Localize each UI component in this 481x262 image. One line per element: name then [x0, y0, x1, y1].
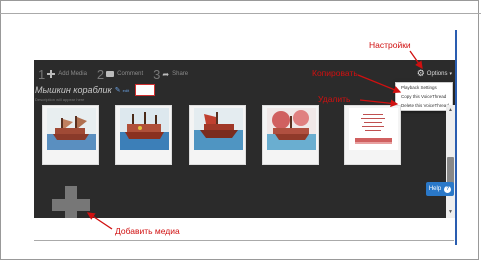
help-label: Help	[428, 186, 442, 192]
share-arrow-icon: ➦	[162, 69, 170, 79]
slide-image	[267, 108, 316, 150]
annotation-delete: Удалить	[318, 94, 351, 104]
gear-icon: ⚙	[416, 68, 425, 78]
slide-image	[349, 108, 398, 150]
add-media-plus-icon[interactable]	[52, 186, 90, 218]
step-number: 3	[153, 66, 161, 82]
menu-item-playback-settings[interactable]: Playback Settings	[396, 83, 452, 92]
step-bar: 1 Add Media 2 Comment 3 ➦ Share	[34, 66, 194, 82]
options-button[interactable]: ⚙ Options ▾	[417, 68, 452, 79]
title-row: Мышкин кораблик ✎ edit	[35, 84, 156, 96]
menu-item-copy[interactable]: Copy this VoiceThread	[396, 92, 452, 101]
annotation-copy: Копировать	[312, 68, 358, 78]
description-text: Description will appear here	[35, 97, 85, 102]
scroll-up-icon[interactable]: ▲	[447, 107, 454, 114]
divider-bottom	[34, 240, 454, 241]
annotation-add-media: Добавить медиа	[115, 226, 180, 236]
annotation-settings: Настройки	[369, 40, 411, 50]
media-slide[interactable]	[115, 105, 172, 165]
slide-image	[120, 108, 169, 150]
plus-icon	[47, 70, 56, 78]
step-number: 1	[38, 66, 46, 82]
options-label: Options	[426, 70, 448, 77]
comment-step[interactable]: Comment	[117, 71, 143, 77]
media-grid	[34, 105, 444, 167]
scroll-down-icon[interactable]: ▼	[447, 209, 454, 216]
slide-image	[194, 108, 243, 150]
media-slide[interactable]	[262, 105, 319, 165]
media-slide[interactable]	[189, 105, 246, 165]
help-button[interactable]: Help ?	[426, 182, 454, 196]
voicethread-editor: 1 Add Media 2 Comment 3 ➦ Share Мышкин к…	[34, 60, 455, 218]
slide-image	[47, 108, 96, 150]
share-step[interactable]: Share	[172, 71, 188, 77]
media-slide[interactable]	[42, 105, 99, 165]
vertical-scrollbar[interactable]: ▲ ▼	[446, 105, 455, 218]
media-slide[interactable]	[344, 105, 401, 165]
pencil-icon[interactable]: ✎	[115, 86, 121, 94]
comment-bubble-icon	[106, 71, 115, 77]
cover-thumbnail[interactable]	[135, 84, 156, 96]
step-number: 2	[96, 66, 105, 82]
voicethread-title: Мышкин кораблик	[35, 85, 112, 95]
divider-top	[0, 13, 481, 14]
question-icon: ?	[444, 185, 452, 193]
edit-title-link[interactable]: edit	[123, 88, 129, 93]
caret-down-icon: ▾	[449, 70, 452, 77]
add-media-step[interactable]: Add Media	[58, 71, 87, 77]
divider-right	[455, 30, 457, 245]
